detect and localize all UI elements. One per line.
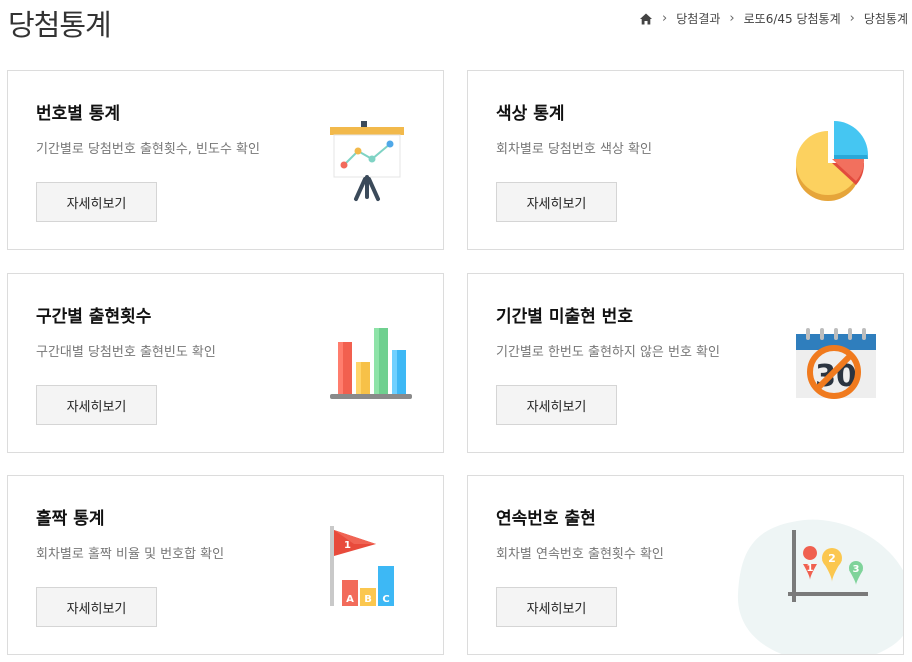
card-title: 기간별 미출현 번호	[496, 307, 633, 327]
card-range-frequency: 구간별 출현횟수 구간대별 당첨번호 출현빈도 확인 자세히보기	[7, 273, 444, 453]
card-description: 구간대별 당첨번호 출현빈도 확인	[36, 345, 216, 360]
home-icon[interactable]	[639, 12, 653, 26]
map-pin-graph-icon: 1 2 3	[788, 530, 868, 602]
svg-text:1: 1	[344, 540, 351, 551]
bar-chart-icon	[330, 328, 412, 399]
svg-text:B: B	[364, 594, 372, 605]
svg-text:2: 2	[828, 552, 836, 565]
pie-chart-icon	[796, 121, 868, 201]
card-odd-even-stats: 홀짝 통계 회차별로 홀짝 비율 및 번호합 확인 자세히보기 1 A B C	[7, 475, 444, 655]
chevron-right-icon: ›	[662, 11, 668, 26]
breadcrumb: › 당첨결과 › 로또6/45 당첨통계 › 당첨통계	[639, 10, 908, 27]
card-title: 번호별 통계	[36, 104, 121, 124]
card-color-stats: 색상 통계 회차별로 당첨번호 색상 확인 자세히보기	[467, 70, 904, 250]
card-title: 색상 통계	[496, 104, 565, 124]
breadcrumb-item-lotto-stats[interactable]: 로또6/45 당첨통계	[744, 10, 841, 27]
detail-button[interactable]: 자세히보기	[36, 587, 157, 627]
card-number-stats: 번호별 통계 기간별로 당첨번호 출현횟수, 빈도수 확인 자세히보기	[7, 70, 444, 250]
detail-button[interactable]: 자세히보기	[496, 182, 617, 222]
card-description: 기간별로 당첨번호 출현횟수, 빈도수 확인	[36, 142, 260, 157]
detail-button[interactable]: 자세히보기	[36, 385, 157, 425]
detail-button[interactable]: 자세히보기	[496, 587, 617, 627]
card-description: 회차별로 당첨번호 색상 확인	[496, 142, 652, 157]
card-description: 회차별 연속번호 출현횟수 확인	[496, 547, 664, 562]
chevron-right-icon: ›	[729, 11, 735, 26]
card-consecutive-numbers: 연속번호 출현 회차별 연속번호 출현횟수 확인 자세히보기 1 2 3	[467, 475, 904, 655]
card-unappeared-numbers: 기간별 미출현 번호 기간별로 한번도 출현하지 않은 번호 확인 자세히보기 …	[467, 273, 904, 453]
card-description: 기간별로 한번도 출현하지 않은 번호 확인	[496, 345, 720, 360]
svg-text:3: 3	[853, 564, 860, 575]
detail-button[interactable]: 자세히보기	[36, 182, 157, 222]
svg-text:A: A	[346, 594, 354, 605]
flag-bar-chart-icon: 1 A B C	[330, 526, 394, 606]
card-title: 구간별 출현횟수	[36, 307, 152, 327]
calendar-prohibited-icon: 30	[796, 328, 876, 399]
page-title: 당첨통계	[8, 8, 112, 42]
svg-text:C: C	[382, 594, 389, 605]
svg-text:1: 1	[807, 563, 814, 574]
card-description: 회차별로 홀짝 비율 및 번호합 확인	[36, 547, 225, 562]
breadcrumb-item-current: 당첨통계	[863, 12, 908, 26]
presentation-board-icon	[330, 121, 404, 201]
card-title: 홀짝 통계	[36, 509, 105, 529]
breadcrumb-item-results[interactable]: 당첨결과	[676, 10, 720, 27]
detail-button[interactable]: 자세히보기	[496, 385, 617, 425]
chevron-right-icon: ›	[849, 11, 855, 26]
card-title: 연속번호 출현	[496, 509, 596, 529]
